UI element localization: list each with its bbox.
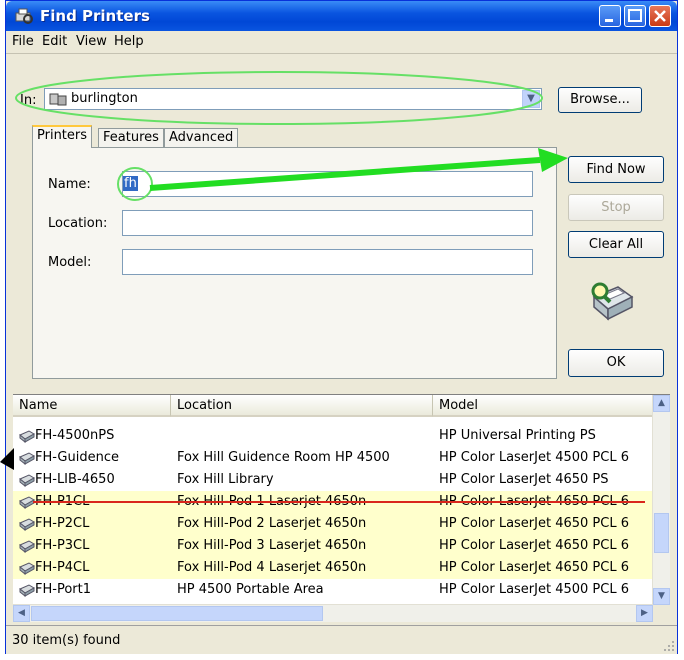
vertical-scrollbar[interactable]: ▲ ▼ bbox=[652, 395, 670, 605]
resize-grip-icon[interactable] bbox=[663, 640, 675, 652]
table-row[interactable]: FH-P4CL Fox Hill-Pod 4 Laserjet 4650n HP C… bbox=[13, 557, 653, 579]
name-label: Name: bbox=[48, 177, 91, 192]
menu-file[interactable]: File bbox=[12, 34, 34, 49]
horizontal-scrollbar[interactable]: ◀ ▶ bbox=[13, 604, 653, 622]
printer-icon bbox=[19, 562, 35, 575]
window-title: Find Printers bbox=[40, 7, 150, 25]
cell-location: HP 4500 Portable Area bbox=[177, 582, 324, 597]
table-row[interactable]: FH-Port1 HP 4500 Portable Area HP Color La… bbox=[13, 579, 653, 601]
printer-icon bbox=[19, 474, 35, 487]
cell-model: HP Universal Printing PS bbox=[439, 428, 596, 443]
table-row[interactable]: FH-4500nPS HP Universal Printing PS bbox=[13, 425, 653, 447]
cell-model: HP Color LaserJet 4650 PCL 6 bbox=[439, 516, 629, 531]
cell-name: FH-Port1 bbox=[35, 582, 91, 597]
cell-location: Fox Hill-Pod 4 Laserjet 4650n bbox=[177, 560, 367, 575]
cell-model: HP Color LaserJet 4650 PCL 6 bbox=[439, 538, 629, 553]
find-now-button[interactable]: Find Now bbox=[568, 156, 664, 183]
model-field[interactable] bbox=[122, 249, 533, 275]
close-icon bbox=[654, 10, 666, 22]
tab-features[interactable]: Features bbox=[98, 128, 164, 148]
in-location-combobox[interactable]: burlington ▼ bbox=[44, 88, 542, 110]
scroll-up-icon[interactable]: ▲ bbox=[653, 395, 670, 412]
cell-name: FH-LIB-4650 bbox=[35, 472, 115, 487]
table-row[interactable]: FH-P2CL Fox Hill-Pod 2 Laserjet 4650n HP C… bbox=[13, 513, 653, 535]
table-row[interactable]: FH-P1CL Fox Hill-Pod 1 Laserjet 4650n HP C… bbox=[13, 491, 653, 513]
printer-icon bbox=[19, 430, 35, 443]
cell-model: HP Color LaserJet 4650 PS bbox=[439, 472, 609, 487]
maximize-button[interactable] bbox=[624, 5, 646, 27]
search-printer-icon bbox=[591, 282, 634, 321]
find-printers-window: Find Printers File Edit View Help In: bu… bbox=[5, 0, 678, 654]
network-printers-icon bbox=[49, 93, 67, 106]
in-label: In: bbox=[20, 93, 37, 108]
cell-name: FH-P4CL bbox=[35, 560, 90, 575]
scroll-down-icon[interactable]: ▼ bbox=[653, 588, 670, 605]
menu-help[interactable]: Help bbox=[114, 34, 144, 49]
stop-button[interactable]: Stop bbox=[568, 194, 664, 221]
location-label: Location: bbox=[48, 216, 108, 231]
in-location-value: burlington bbox=[71, 91, 138, 106]
maximize-icon bbox=[628, 9, 642, 22]
menu-bar: File Edit View Help bbox=[6, 31, 677, 54]
cell-name: FH-4500nPS bbox=[35, 428, 115, 443]
cell-model: HP Color LaserJet 4650 PCL 6 bbox=[439, 560, 629, 575]
cell-model: HP Color LaserJet 4500 PCL 6 bbox=[439, 450, 629, 465]
printer-icon bbox=[19, 452, 35, 465]
close-button[interactable] bbox=[649, 5, 671, 27]
cell-location: Fox Hill-Pod 2 Laserjet 4650n bbox=[177, 516, 367, 531]
minimize-icon bbox=[605, 19, 613, 22]
cell-location: Fox Hill Library bbox=[177, 472, 274, 487]
printer-icon bbox=[19, 584, 35, 597]
status-text: 30 item(s) found bbox=[12, 633, 121, 648]
strikethrough-line bbox=[33, 501, 645, 503]
ok-button[interactable]: OK bbox=[568, 349, 664, 377]
cell-name: FH-P3CL bbox=[35, 538, 90, 553]
find-printers-icon bbox=[15, 8, 33, 24]
minimize-button[interactable] bbox=[599, 5, 621, 27]
name-field-value: fh bbox=[123, 176, 138, 191]
column-header-model[interactable]: Model bbox=[433, 395, 653, 417]
scroll-right-icon[interactable]: ▶ bbox=[636, 605, 653, 622]
title-bar[interactable]: Find Printers bbox=[6, 1, 677, 31]
scroll-left-icon[interactable]: ◀ bbox=[13, 605, 30, 622]
cell-name: FH-P2CL bbox=[35, 516, 90, 531]
tab-printers[interactable]: Printers bbox=[32, 125, 93, 148]
table-row[interactable]: FH-P3CL Fox Hill-Pod 3 Laserjet 4650n HP C… bbox=[13, 535, 653, 557]
cell-location: Fox Hill-Pod 3 Laserjet 4650n bbox=[177, 538, 367, 553]
menu-edit[interactable]: Edit bbox=[42, 34, 67, 49]
hscroll-thumb[interactable] bbox=[31, 606, 323, 621]
location-field[interactable] bbox=[122, 210, 533, 236]
column-header-location[interactable]: Location bbox=[171, 395, 433, 417]
menu-view[interactable]: View bbox=[76, 34, 107, 49]
cell-model: HP Color LaserJet 4500 PCL 6 bbox=[439, 582, 629, 597]
model-label: Model: bbox=[48, 255, 92, 270]
clear-all-button[interactable]: Clear All bbox=[568, 231, 664, 258]
name-field[interactable]: fh bbox=[122, 171, 533, 197]
table-row[interactable]: FH-LIB-4650 Fox Hill Library HP Color Lase… bbox=[13, 469, 653, 491]
column-header-name[interactable]: Name bbox=[13, 395, 171, 417]
cell-name: FH-Guidence bbox=[35, 450, 119, 465]
printer-icon bbox=[19, 518, 35, 531]
scroll-thumb[interactable] bbox=[654, 513, 669, 553]
results-list[interactable]: Name Location Model FH-4500nPS HP Univers… bbox=[13, 394, 670, 605]
table-row[interactable]: FH-Guidence Fox Hill Guidence Room HP 450… bbox=[13, 447, 653, 469]
status-bar: 30 item(s) found bbox=[6, 625, 677, 654]
cell-location: Fox Hill Guidence Room HP 4500 bbox=[177, 450, 390, 465]
printer-icon bbox=[19, 540, 35, 553]
chevron-down-icon[interactable]: ▼ bbox=[522, 90, 540, 108]
tab-advanced[interactable]: Advanced bbox=[164, 128, 239, 148]
browse-button[interactable]: Browse... bbox=[558, 87, 642, 113]
